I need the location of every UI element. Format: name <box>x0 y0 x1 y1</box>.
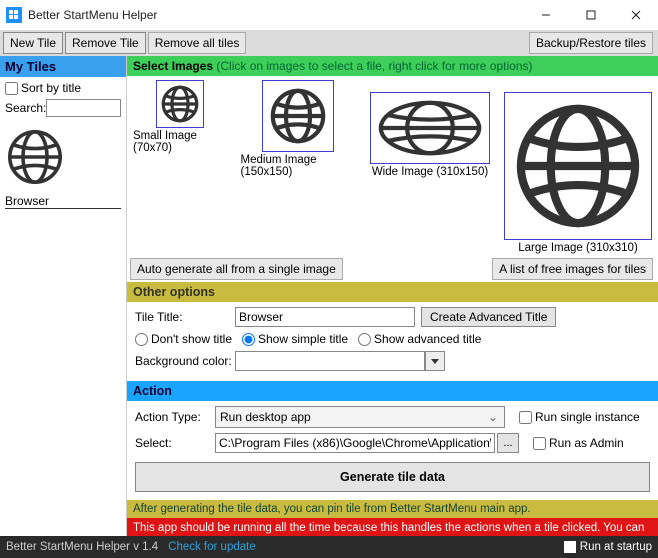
chevron-down-icon: ⌄ <box>486 410 500 424</box>
free-images-button[interactable]: A list of free images for tiles <box>492 258 653 280</box>
browse-button[interactable]: ... <box>497 433 519 453</box>
search-input[interactable] <box>46 99 121 117</box>
radio-dont-show-title[interactable]: Don't show title <box>135 332 232 346</box>
tile-title-label: Tile Title: <box>135 310 235 324</box>
run-as-admin-checkbox[interactable]: Run as Admin <box>533 436 624 450</box>
globe-icon <box>268 86 328 146</box>
radio-show-advanced-title[interactable]: Show advanced title <box>358 332 481 346</box>
wide-image-slot[interactable] <box>370 92 490 164</box>
close-button[interactable] <box>613 0 658 30</box>
checkbox-icon <box>564 541 576 553</box>
background-color-display <box>235 351 425 371</box>
remove-tile-button[interactable]: Remove Tile <box>65 32 146 54</box>
my-tiles-panel: My Tiles Sort by title Search: Browser <box>0 56 127 536</box>
backup-restore-button[interactable]: Backup/Restore tiles <box>529 32 653 54</box>
status-bar: Better StartMenu Helper v 1.4 Check for … <box>0 536 658 558</box>
wide-image-caption: Wide Image (310x150) <box>372 166 488 178</box>
maximize-button[interactable] <box>568 0 613 30</box>
main-area: My Tiles Sort by title Search: Browser S… <box>0 56 658 536</box>
action-header: Action <box>127 381 658 401</box>
radio-show-simple-title[interactable]: Show simple title <box>242 332 348 346</box>
minimize-button[interactable] <box>523 0 568 30</box>
action-type-label: Action Type: <box>135 410 215 424</box>
sort-by-title-checkbox[interactable]: Sort by title <box>5 81 81 95</box>
select-path-input[interactable] <box>215 433 495 453</box>
create-advanced-title-button[interactable]: Create Advanced Title <box>421 307 556 327</box>
background-color-label: Background color: <box>135 354 235 368</box>
large-image-caption: Large Image (310x310) <box>518 242 638 254</box>
tile-list-item[interactable]: Browser <box>5 127 121 209</box>
select-label: Select: <box>135 436 215 450</box>
run-single-instance-checkbox[interactable]: Run single instance <box>519 410 640 424</box>
other-options-area: Tile Title: Create Advanced Title Don't … <box>127 302 658 381</box>
right-panel: Select Images (Click on images to select… <box>127 56 658 536</box>
globe-icon <box>5 127 65 187</box>
run-at-startup-checkbox[interactable]: Run at startup <box>564 541 652 553</box>
action-area: Action Type: Run desktop app ⌄ Run singl… <box>127 401 658 500</box>
generate-tile-data-button[interactable]: Generate tile data <box>135 462 650 492</box>
small-image-slot[interactable] <box>156 80 204 128</box>
tile-title-input[interactable] <box>235 307 415 327</box>
window-title: Better StartMenu Helper <box>28 8 523 22</box>
globe-icon <box>375 98 485 158</box>
toolbar: New Tile Remove Tile Remove all tiles Ba… <box>0 30 658 56</box>
globe-icon <box>160 84 200 124</box>
small-image-caption: Small Image (70x70) <box>133 130 227 154</box>
search-label: Search: <box>5 101 46 115</box>
check-for-update-link[interactable]: Check for update <box>168 541 256 553</box>
large-image-slot[interactable] <box>504 92 652 240</box>
globe-icon <box>510 98 646 234</box>
warning-message: This app should be running all the time … <box>127 518 658 536</box>
other-options-header: Other options <box>127 282 658 302</box>
info-message: After generating the tile data, you can … <box>127 500 658 518</box>
medium-image-slot[interactable] <box>262 80 334 152</box>
title-bar: Better StartMenu Helper <box>0 0 658 30</box>
new-tile-button[interactable]: New Tile <box>3 32 63 54</box>
images-area: Small Image (70x70) Medium Image (150x15… <box>127 76 658 256</box>
my-tiles-header: My Tiles <box>0 56 126 77</box>
app-icon <box>6 7 22 23</box>
background-color-dropdown[interactable] <box>425 351 445 371</box>
status-version: Better StartMenu Helper v 1.4 <box>6 541 158 553</box>
auto-generate-button[interactable]: Auto generate all from a single image <box>130 258 343 280</box>
select-images-header: Select Images (Click on images to select… <box>127 56 658 76</box>
tile-caption: Browser <box>5 194 121 209</box>
medium-image-caption: Medium Image (150x150) <box>241 154 356 178</box>
remove-all-tiles-button[interactable]: Remove all tiles <box>148 32 247 54</box>
action-type-select[interactable]: Run desktop app ⌄ <box>215 406 505 428</box>
